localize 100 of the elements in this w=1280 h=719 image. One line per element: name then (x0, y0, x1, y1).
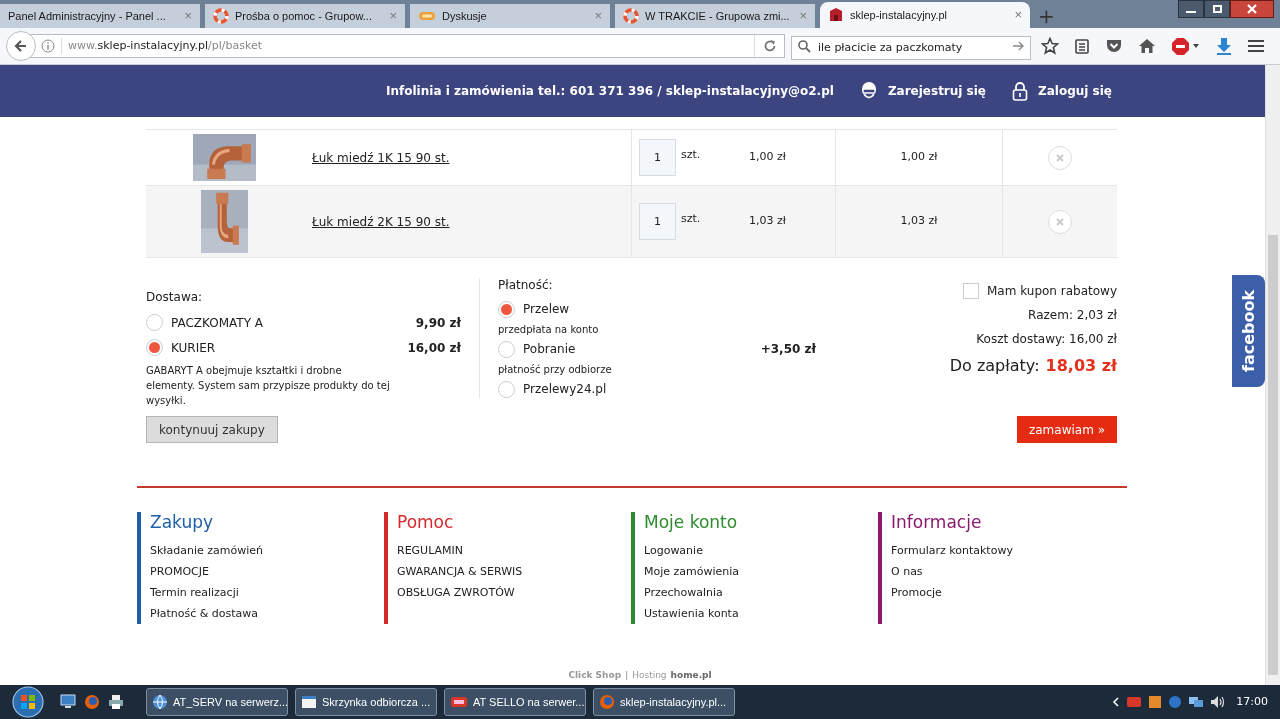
browser-tab[interactable]: Prośba o pomoc - Grupow... × (205, 4, 405, 28)
bookmark-star-icon[interactable] (1041, 37, 1059, 55)
taskbar-button[interactable]: sklep-instalacyjny.pl... (593, 688, 735, 716)
footer-heading: Pomoc (397, 512, 455, 532)
footer-link[interactable]: Ustawienia konta (644, 603, 740, 624)
tray-app-icon[interactable] (1126, 696, 1143, 708)
radio-button[interactable] (498, 380, 515, 398)
radio-button[interactable] (498, 340, 515, 358)
desktop-icon[interactable] (60, 694, 76, 708)
contact-info: Infolinia i zamówienia tel.: 601 371 396 / sklep-instalacyjny@o2.pl (386, 83, 834, 100)
firefox-icon (599, 694, 615, 710)
address-bar[interactable]: www.sklep-instalacyjny.pl/pl/basket (30, 34, 785, 58)
login-link[interactable]: Zaloguj się (1012, 81, 1112, 101)
tray-app-icon[interactable] (1148, 695, 1163, 709)
footer-link[interactable]: Logowanie (644, 540, 740, 561)
section-label: Dostawa: (146, 289, 204, 306)
back-button[interactable] (6, 31, 36, 61)
taskbar-button[interactable]: AT SELLO na serwer... (444, 688, 586, 716)
back-arrow-icon (14, 39, 28, 53)
url-text[interactable]: www.sklep-instalacyjny.pl/pl/basket (68, 37, 754, 55)
menu-icon[interactable] (1247, 38, 1265, 54)
continue-shopping-button[interactable]: kontynuuj zakupy (146, 416, 278, 443)
footer-link[interactable]: O nas (891, 561, 1013, 582)
option-label[interactable]: KURIER (171, 338, 400, 357)
total-label: Do zapłaty: (949, 355, 1040, 377)
start-button[interactable] (10, 685, 46, 719)
checkbox-label[interactable]: Mam kupon rabatowy (987, 282, 1117, 300)
speaker-icon[interactable] (1210, 695, 1227, 709)
footer-link[interactable]: PROMOCJE (150, 561, 263, 582)
product-link[interactable]: Łuk miedź 1K 15 90 st. (312, 148, 450, 167)
radio-button[interactable] (146, 339, 163, 356)
home-icon[interactable] (1138, 38, 1156, 54)
footer-link[interactable]: Formularz kontaktowy (891, 540, 1013, 561)
scrollbar-thumb[interactable] (1268, 235, 1278, 675)
footer-heading: Moje konto (644, 512, 739, 532)
subtotal: Razem: 2,03 zł (1028, 307, 1117, 324)
footer-link[interactable]: REGULAMIN (397, 540, 523, 561)
pocket-icon[interactable] (1105, 38, 1123, 54)
printer-icon[interactable] (108, 694, 124, 710)
footer-heading: Informacje (891, 512, 983, 532)
quantity-field[interactable]: 1 (639, 203, 676, 240)
search-field[interactable]: ile płacicie za paczkomaty (791, 35, 1031, 60)
globe-icon (152, 694, 168, 710)
shipping-cost: Koszt dostawy: 16,00 zł (976, 331, 1117, 348)
close-icon (1247, 4, 1257, 14)
adblock-icon[interactable] (1171, 37, 1201, 55)
reading-list-icon[interactable] (1074, 38, 1090, 54)
option-price: 16,00 zł (407, 339, 461, 357)
padlock-icon (1012, 81, 1028, 101)
unit-label: szt. (681, 211, 701, 228)
footer-link[interactable]: Promocje (891, 582, 1013, 603)
taskbar-button[interactable]: AT_SERV na serwerz... (146, 688, 288, 716)
order-button[interactable]: zamawiam » (1016, 416, 1117, 443)
option-label[interactable]: PACZKOMATY A (171, 313, 408, 332)
info-icon[interactable] (41, 39, 55, 53)
credit-host[interactable]: home.pl (670, 668, 712, 682)
tab-close-button[interactable]: × (1014, 5, 1022, 25)
footer-link[interactable]: Moje zamówienia (644, 561, 740, 582)
window-icon (301, 694, 317, 710)
unit-price: 1,00 zł (749, 149, 786, 166)
go-arrow-icon[interactable] (1013, 41, 1024, 51)
chevron-icon[interactable] (1112, 697, 1121, 707)
footer-link[interactable]: Termin realizacji (150, 582, 263, 603)
lifebuoy-icon (213, 8, 229, 24)
browser-tab[interactable]: Panel Administracyjny - Panel ... × (0, 4, 200, 28)
footer-link[interactable]: Płatność & dostawa (150, 603, 263, 624)
option-note: przedpłata na konto (498, 322, 600, 337)
footer-link[interactable]: Przechowalnia (644, 582, 740, 603)
checkbox[interactable] (963, 283, 979, 299)
credit-text: Hosting (632, 668, 667, 682)
section-label: Płatność: (498, 277, 554, 294)
download-icon[interactable] (1216, 37, 1232, 55)
option-note: płatność przy odbiorze (498, 362, 613, 377)
taskbar-button[interactable]: Skrzynka odbiorcza ... (295, 688, 437, 716)
network-icon[interactable] (1188, 695, 1205, 709)
browser-tab[interactable]: W TRAKCIE - Grupowa zmi... × (615, 4, 815, 28)
tray-app-icon[interactable] (1168, 695, 1183, 709)
firefox-icon[interactable] (84, 694, 100, 710)
radio-button[interactable] (146, 314, 163, 331)
unit-label: szt. (681, 147, 701, 164)
unit-price: 1,03 zł (749, 213, 786, 230)
browser-tab[interactable]: Dyskusje × (410, 4, 610, 28)
quantity-field[interactable]: 1 (639, 139, 676, 176)
option-label[interactable]: Przelewy24.pl (523, 380, 816, 398)
option-label[interactable]: Przelew (523, 300, 816, 318)
footer-link[interactable]: OBSŁUGA ZWROTÓW (397, 582, 523, 603)
minimize-button[interactable] (1178, 0, 1204, 18)
footer-link[interactable]: Składanie zamówień (150, 540, 263, 561)
radio-button[interactable] (498, 300, 515, 318)
register-link[interactable]: Zarejestruj się (859, 80, 986, 102)
close-button[interactable] (1230, 0, 1274, 18)
facebook-tab[interactable]: facebook (1232, 275, 1265, 387)
footer-link[interactable]: GWARANCJA & SERWIS (397, 561, 523, 582)
maximize-button[interactable] (1204, 0, 1230, 18)
search-icon (798, 40, 811, 53)
badge-icon (418, 10, 436, 22)
product-link[interactable]: Łuk miedź 2K 15 90 st. (312, 212, 450, 231)
option-label[interactable]: Pobranie (523, 340, 753, 358)
browser-tab[interactable]: sklep-instalacyjny.pl × (820, 2, 1030, 28)
delivery-note: GABARYT A obejmuje kształtki i drobne elementy. System sam przypisze produkty do tej wysyłki. (146, 364, 391, 408)
